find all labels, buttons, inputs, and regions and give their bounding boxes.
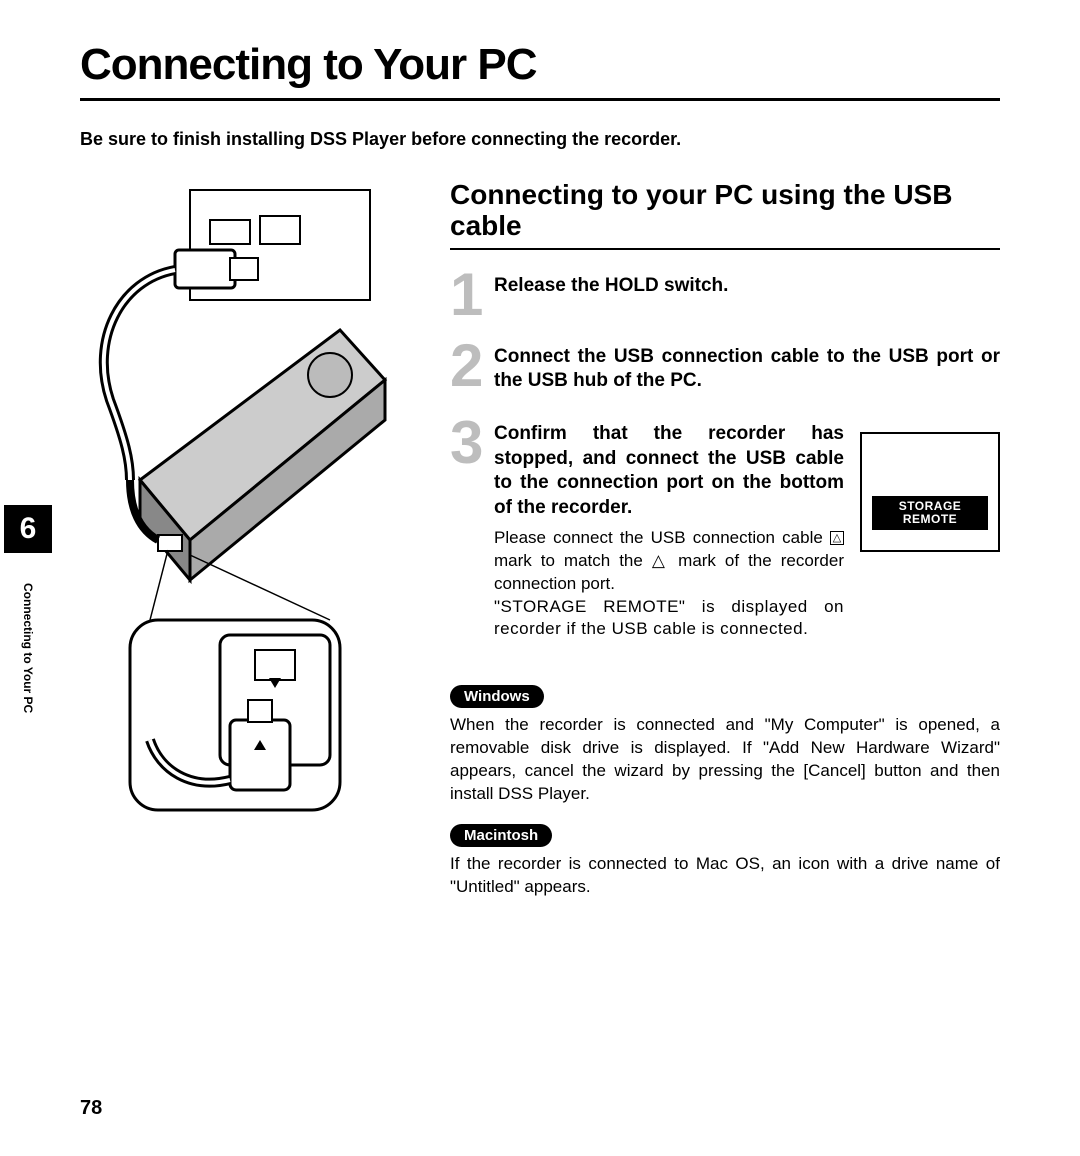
title-rule <box>80 98 1000 101</box>
step-number: 1 <box>450 272 494 317</box>
step-number: 3 <box>450 420 494 641</box>
step-1-title: Release the HOLD switch. <box>494 274 1000 299</box>
step-1-title-post: switch. <box>659 275 729 296</box>
illustration-column <box>80 180 420 899</box>
step-2-title: Connect the USB connection cable to the … <box>494 345 1000 394</box>
recorder-display-text: STORAGE REMOTE <box>872 496 988 530</box>
windows-text: When the recorder is connected and "My C… <box>450 714 1000 806</box>
instructions-column: Connecting to your PC using the USB cabl… <box>450 180 1000 899</box>
page-number: 78 <box>80 1097 102 1120</box>
chapter-tab: 6 Connecting to Your PC <box>0 505 56 733</box>
section-rule <box>450 248 1000 250</box>
step-3-body-pre: Please connect the USB connection cable <box>494 528 830 547</box>
macintosh-pill: Macintosh <box>450 824 552 847</box>
display-line-1: STORAGE <box>899 499 962 513</box>
step-3: 3 Confirm that the recorder has stopped,… <box>450 420 1000 641</box>
step-3-body-post: "STORAGE REMOTE" is displayed on recorde… <box>494 597 844 639</box>
recorder-usb-diagram-icon <box>80 180 400 820</box>
triangle-mark-icon: △ <box>830 531 844 545</box>
macintosh-section: Macintosh If the recorder is connected t… <box>450 806 1000 899</box>
step-3-body: Please connect the USB connection cable … <box>494 527 844 642</box>
step-1: 1 Release the HOLD switch. <box>450 272 1000 317</box>
section-title: Connecting to your PC using the USB cabl… <box>450 180 1000 242</box>
macintosh-text: If the recorder is connected to Mac OS, … <box>450 853 1000 899</box>
step-number: 2 <box>450 343 494 394</box>
step-3-body-mid1: mark to match the <box>494 551 652 570</box>
intro-text: Be sure to finish installing DSS Player … <box>80 129 1000 150</box>
display-line-2: REMOTE <box>903 512 957 526</box>
recorder-display: STORAGE REMOTE <box>860 432 1000 552</box>
chapter-number: 6 <box>4 505 52 553</box>
page-title: Connecting to Your PC <box>80 40 1000 90</box>
step-1-title-bold: HOLD <box>605 275 659 296</box>
windows-section: Windows When the recorder is connected a… <box>450 667 1000 806</box>
content-row: Connecting to your PC using the USB cabl… <box>80 180 1000 899</box>
windows-pill: Windows <box>450 685 544 708</box>
step-3-title: Confirm that the recorder has stopped, a… <box>494 422 844 521</box>
step-2: 2 Connect the USB connection cable to th… <box>450 343 1000 394</box>
step-1-title-pre: Release the <box>494 275 605 296</box>
usb-connection-illustration <box>80 180 400 820</box>
side-running-head: Connecting to Your PC <box>21 563 35 733</box>
